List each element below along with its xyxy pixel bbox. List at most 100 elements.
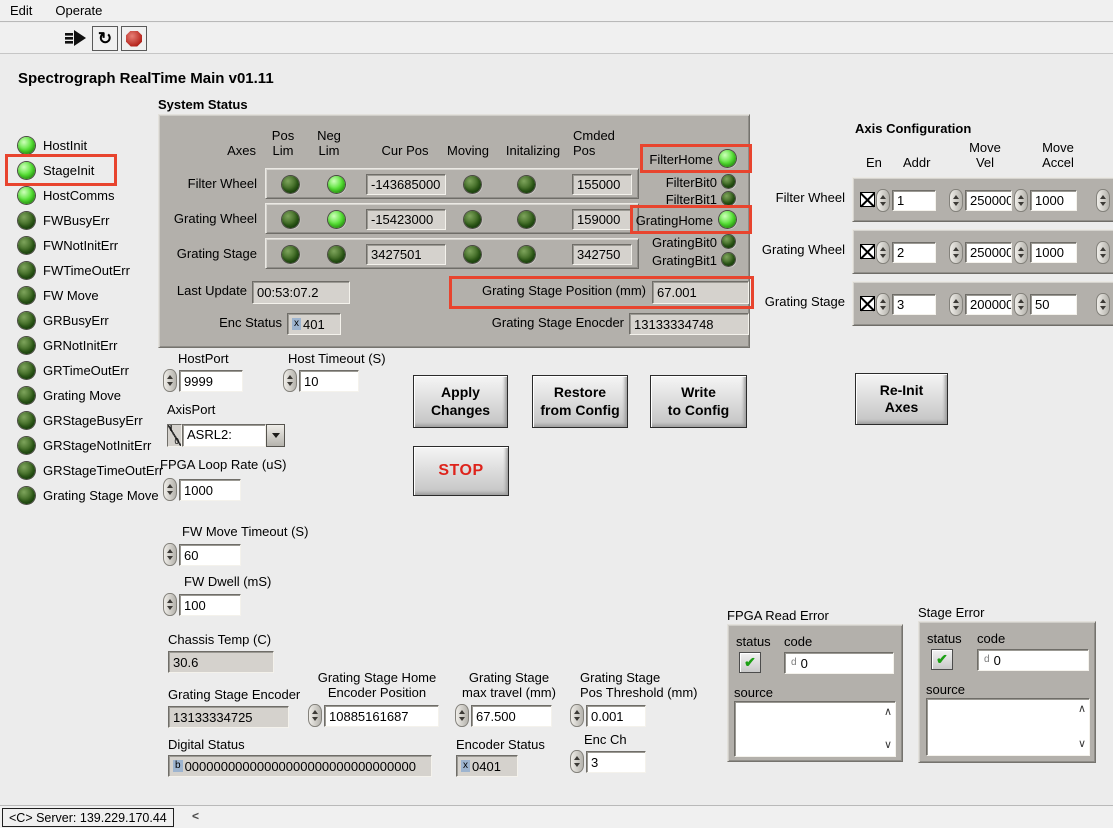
run-icon[interactable]: [64, 28, 88, 51]
led-grnotiniterr: [18, 337, 35, 354]
dropdown-arrow-icon[interactable]: [266, 424, 285, 447]
move-vel-input[interactable]: 200000: [965, 294, 1012, 315]
fw-move-timeout-input[interactable]: 60: [179, 544, 241, 566]
move-vel-stepper[interactable]: [949, 241, 963, 264]
cur-pos-value: -15423000: [371, 212, 433, 227]
extra-stepper[interactable]: [1096, 241, 1110, 264]
restore-from-config-button[interactable]: Restore from Config: [532, 375, 628, 428]
host-timeout-stepper[interactable]: [283, 369, 297, 392]
moving-led: [464, 176, 481, 193]
fpga-loop-rate-label: FPGA Loop Rate (uS): [160, 458, 286, 473]
reinit-axes-button[interactable]: Re-Init Axes: [855, 373, 948, 425]
last-update-value: 00:53:07.2: [257, 285, 318, 300]
led-label: FWTimeOutErr: [43, 264, 130, 279]
led-label: Grating Stage Move: [43, 489, 159, 504]
hostport-stepper[interactable]: [163, 369, 177, 392]
grating-stage-enocder-value: 13133334748: [634, 317, 714, 332]
axis-row-label: Filter Wheel: [169, 177, 257, 192]
host-timeout-input[interactable]: 10: [299, 370, 359, 392]
led-fwbusyerr: [18, 212, 35, 229]
enc-ch-stepper[interactable]: [570, 750, 584, 773]
gs-pos-threshold-input[interactable]: 0.001: [586, 705, 646, 727]
write-to-config-button[interactable]: Write to Config: [650, 375, 747, 428]
chevron-left-icon[interactable]: <: [192, 809, 199, 823]
grating-stage-position-value: 67.001: [657, 285, 697, 300]
addr-value: 2: [897, 245, 904, 260]
gs-pos-threshold-label: Grating Stage Pos Threshold (mm): [580, 671, 700, 701]
enc-ch-input[interactable]: 3: [586, 751, 646, 773]
cmded-pos-display: 155000: [572, 174, 632, 195]
move-accel-input[interactable]: 1000: [1030, 190, 1077, 211]
neg-lim-led: [328, 246, 345, 263]
last-update-label: Last Update: [174, 284, 247, 299]
led-label: Grating Move: [43, 389, 121, 404]
gs-encoder-label: Grating Stage Encoder: [168, 688, 300, 703]
led-gratingmove: [18, 387, 35, 404]
gs-pos-threshold-stepper[interactable]: [570, 704, 584, 727]
gs-home-enc-pos-input[interactable]: 10885161687: [324, 705, 439, 727]
scroll-down-icon[interactable]: ∨: [884, 740, 892, 751]
menu-edit[interactable]: Edit: [10, 1, 41, 20]
pos-lim-led: [282, 211, 299, 228]
fpga-loop-rate-stepper[interactable]: [163, 478, 177, 501]
axisport-label: AxisPort: [167, 403, 215, 418]
led-label: FWBusyErr: [43, 214, 109, 229]
move-accel-input[interactable]: 50: [1030, 294, 1077, 315]
fw-dwell-stepper[interactable]: [163, 593, 177, 616]
col-header-cur-pos: Cur Pos: [371, 144, 439, 159]
scroll-up-icon[interactable]: ∧: [884, 707, 892, 718]
led-label: GRTimeOutErr: [43, 364, 129, 379]
hostport-value: 9999: [184, 374, 213, 389]
axis-config-title: Axis Configuration: [855, 121, 971, 136]
move-vel-stepper[interactable]: [949, 189, 963, 212]
radix-dec: d: [982, 654, 992, 666]
led-label: FW Move: [43, 289, 99, 304]
fpga-loop-rate-input[interactable]: 1000: [179, 479, 241, 501]
extra-stepper[interactable]: [1096, 189, 1110, 212]
scroll-up-icon[interactable]: ∧: [1078, 704, 1086, 715]
move-accel-stepper[interactable]: [1014, 189, 1028, 212]
move-accel-input[interactable]: 1000: [1030, 242, 1077, 263]
addr-input[interactable]: 3: [892, 294, 936, 315]
axisport-combo[interactable]: I0 ASRL2:: [167, 424, 285, 447]
check-icon: ✔: [936, 651, 948, 668]
chassis-temp-display: 30.6: [168, 651, 274, 673]
axis-row-label: Grating Stage: [164, 247, 257, 262]
menu-operate[interactable]: Operate: [55, 1, 111, 20]
led-label: HostComms: [43, 189, 115, 204]
extra-stepper[interactable]: [1096, 293, 1110, 316]
led-label: StageInit: [43, 164, 94, 179]
enable-checkbox[interactable]: [860, 192, 875, 207]
led-label: GRStageNotInitErr: [43, 439, 151, 454]
move-accel-stepper[interactable]: [1014, 241, 1028, 264]
move-vel-input[interactable]: 250000: [965, 242, 1012, 263]
continuous-run-button[interactable]: ↻: [92, 26, 118, 51]
axis-row-label: Grating Wheel: [164, 212, 257, 227]
addr-stepper[interactable]: [876, 293, 890, 316]
apply-changes-button[interactable]: Apply Changes: [413, 375, 508, 428]
move-accel-stepper[interactable]: [1014, 293, 1028, 316]
abort-button[interactable]: [121, 26, 147, 51]
enc-status-label: Enc Status: [214, 316, 282, 331]
scroll-down-icon[interactable]: ∨: [1078, 739, 1086, 750]
gs-max-travel-input[interactable]: 67.500: [471, 705, 552, 727]
move-vel-input[interactable]: 250000: [965, 190, 1012, 211]
gs-max-travel-stepper[interactable]: [455, 704, 469, 727]
gs-home-enc-pos-stepper[interactable]: [308, 704, 322, 727]
move-vel-value: 250000: [970, 193, 1012, 208]
addr-input[interactable]: 2: [892, 242, 936, 263]
enable-checkbox[interactable]: [860, 296, 875, 311]
fw-dwell-input[interactable]: 100: [179, 594, 241, 616]
hostport-input[interactable]: 9999: [179, 370, 243, 392]
stop-button[interactable]: STOP: [413, 446, 509, 496]
code-label: code: [784, 635, 812, 650]
enable-checkbox[interactable]: [860, 244, 875, 259]
addr-input[interactable]: 1: [892, 190, 936, 211]
move-vel-stepper[interactable]: [949, 293, 963, 316]
addr-stepper[interactable]: [876, 241, 890, 264]
source-label: source: [734, 686, 773, 701]
moving-led: [464, 246, 481, 263]
fw-move-timeout-stepper[interactable]: [163, 543, 177, 566]
addr-stepper[interactable]: [876, 189, 890, 212]
neg-lim-led: [328, 176, 345, 193]
